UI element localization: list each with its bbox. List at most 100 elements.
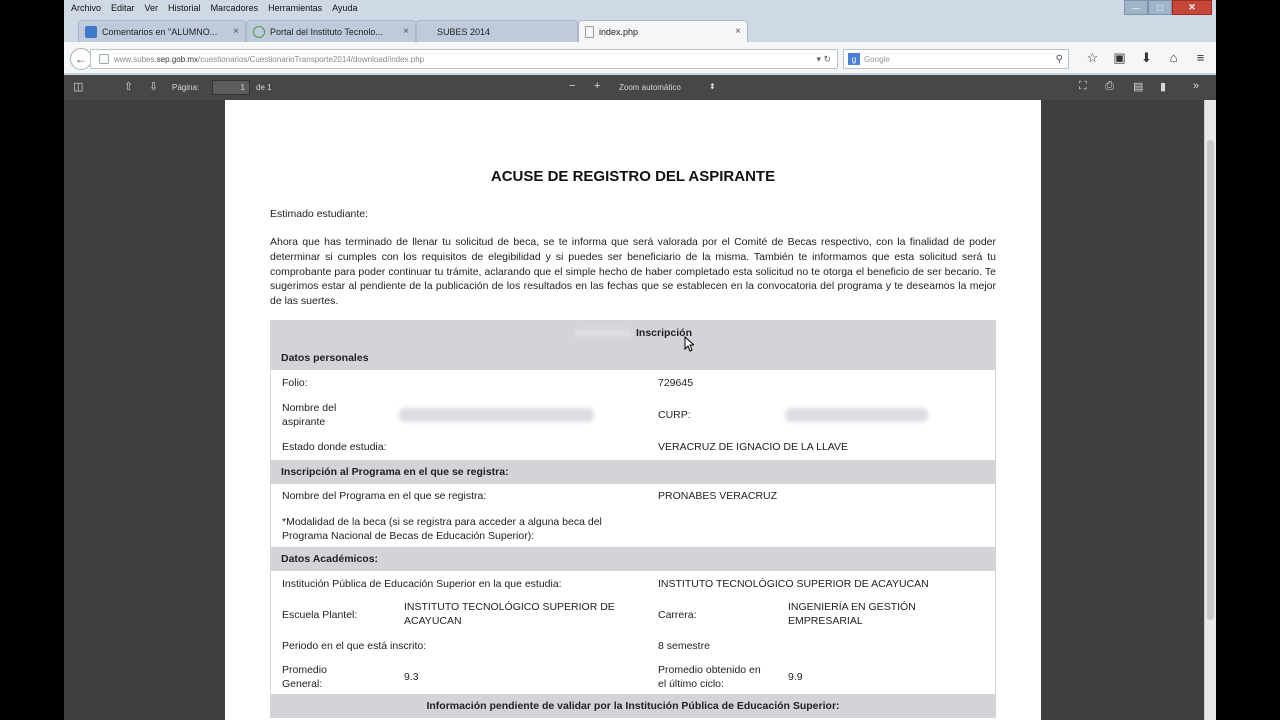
- zoom-select[interactable]: Zoom automático: [619, 83, 681, 92]
- zoom-dropdown-icon[interactable]: ⬍: [709, 82, 716, 91]
- section-academicos: Datos Académicos:: [270, 547, 996, 571]
- search-icon[interactable]: ⚲: [1056, 54, 1063, 65]
- table-row: Institución Pública de Educación Superio…: [270, 571, 996, 595]
- table-row: Folio: 729645: [270, 370, 996, 396]
- document-title: ACUSE DE REGISTRO DEL ASPIRANTE: [490, 168, 776, 185]
- table-row: Promedio General: 9.3 Promedio obtenido …: [270, 660, 996, 694]
- menu-ayuda[interactable]: Ayuda: [327, 3, 362, 13]
- tab-close-button[interactable]: ×: [735, 26, 741, 37]
- reload-icon[interactable]: ▾ ↻: [816, 54, 831, 65]
- bookmark-star-icon[interactable]: ☆: [1079, 50, 1106, 66]
- table-header: Inscripción: [270, 320, 996, 346]
- tab-title: SUBES 2014: [437, 26, 491, 37]
- url-bar[interactable]: www.subes. sep.gob.mx /cuestionarios/Cue…: [90, 49, 838, 69]
- section-datos-personales: Datos personales: [270, 346, 996, 370]
- redacted-nombre: [399, 408, 594, 422]
- carrera-value: INGENIERÍA EN GESTIÓN EMPRESARIAL: [788, 601, 916, 627]
- promedio-label: Promedio General:: [282, 664, 327, 690]
- escuela-value: INSTITUTO TECNOLÓGICO SUPERIOR DE ACAYUC…: [404, 601, 615, 627]
- intro-paragraph: Ahora que has terminado de llenar tu sol…: [270, 236, 996, 308]
- bookmarks-icon[interactable]: ▣: [1106, 50, 1133, 66]
- save-icon[interactable]: ▤: [1133, 80, 1143, 93]
- download-icon[interactable]: ⬇: [1133, 50, 1160, 66]
- maximize-button[interactable]: □: [1148, 0, 1172, 15]
- zoom-in-icon[interactable]: +: [594, 80, 600, 92]
- tab-portal[interactable]: Portal del Instituto Tecnolo... ×: [246, 20, 416, 42]
- menu-historial[interactable]: Historial: [163, 3, 206, 13]
- close-window-button[interactable]: ✕: [1172, 0, 1212, 15]
- table-row: Escuela Plantel: INSTITUTO TECNOLÓGICO S…: [270, 595, 996, 634]
- tools-icon[interactable]: »: [1193, 80, 1199, 92]
- blog-icon: [85, 25, 97, 38]
- page-label: Página:: [172, 83, 200, 92]
- tab-close-button[interactable]: ×: [233, 26, 239, 37]
- table-row: Periodo en el que está inscrito: 8 semes…: [270, 634, 996, 660]
- fullscreen-icon[interactable]: ⛶: [1079, 80, 1087, 93]
- mouse-cursor-icon: [684, 336, 694, 352]
- menu-archivo[interactable]: Archivo: [66, 3, 106, 13]
- periodo-label: Periodo en el que está inscrito:: [282, 640, 427, 652]
- menu-bar: Archivo Editar Ver Historial Marcadores …: [64, 0, 1216, 16]
- menu-editar[interactable]: Editar: [106, 3, 140, 13]
- search-bar[interactable]: g Google ⚲: [843, 49, 1069, 69]
- url-prefix: www.subes.: [114, 54, 157, 64]
- toolbar-icons: ☆ ▣ ⬇ ⌂ ≡: [1079, 50, 1214, 66]
- page-number-input[interactable]: 1: [212, 80, 250, 95]
- folio-value: 729645: [658, 377, 694, 389]
- programa-label: Nombre del Programa en el que se registr…: [282, 490, 487, 502]
- menu-ver[interactable]: Ver: [140, 3, 164, 13]
- tab-index[interactable]: index.php ×: [578, 20, 748, 42]
- menu-herramientas[interactable]: Herramientas: [263, 3, 327, 13]
- page-icon: [585, 25, 594, 38]
- menu-marcadores[interactable]: Marcadores: [206, 3, 264, 13]
- promedio-value: 9.3: [404, 671, 419, 683]
- next-page-icon[interactable]: ⇩: [149, 80, 158, 93]
- url-path: /cuestionarios/CuestionarioTransporte201…: [198, 54, 425, 64]
- pdf-toolbar: ◫ ⇧ ⇩ Página: 1 de 1 − + Zoom automático…: [64, 75, 1216, 100]
- institucion-value: INSTITUTO TECNOLÓGICO SUPERIOR DE ACAYUC…: [658, 578, 929, 590]
- carrera-label: Carrera:: [658, 609, 697, 621]
- vertical-scrollbar[interactable]: [1204, 100, 1216, 720]
- section-programa: Inscripción al Programa en el que se reg…: [270, 460, 996, 484]
- scrollbar-thumb[interactable]: [1207, 140, 1214, 620]
- print-icon[interactable]: ⎙: [1105, 80, 1114, 93]
- previous-page-icon[interactable]: ⇧: [124, 80, 133, 93]
- table-row: Estado donde estudia: VERACRUZ DE IGNACI…: [270, 434, 996, 460]
- greeting: Estimado estudiante:: [270, 208, 369, 220]
- pdf-page: ACUSE DE REGISTRO DEL ASPIRANTE Estimado…: [225, 100, 1041, 720]
- table-row: Nombre del aspirante CURP:: [270, 396, 996, 434]
- table-row: *Modalidad de la beca (si se registra pa…: [270, 506, 996, 547]
- modalidad-label: *Modalidad de la beca (si se registra pa…: [282, 516, 602, 542]
- redacted-curp: [785, 408, 928, 422]
- ultimo-value: 9.9: [788, 671, 803, 683]
- tab-comentarios[interactable]: Comentarios en "ALUMNO... ×: [78, 20, 246, 42]
- url-host: sep.gob.mx: [156, 54, 199, 64]
- bookmark-icon[interactable]: ▮: [1160, 80, 1166, 93]
- table-row: Nombre del Programa en el que se registr…: [270, 484, 996, 506]
- estado-value: VERACRUZ DE IGNACIO DE LA LLAVE: [658, 441, 849, 453]
- search-placeholder: Google: [864, 54, 890, 64]
- registration-table: Inscripción Datos personales Folio: 7296…: [270, 320, 996, 718]
- redacted-text: [573, 328, 632, 338]
- back-button[interactable]: ←: [70, 48, 92, 70]
- ultimo-label: Promedio obtenido en el último ciclo:: [658, 664, 761, 690]
- navigation-bar: ← www.subes. sep.gob.mx /cuestionarios/C…: [64, 42, 1216, 74]
- menu-icon[interactable]: ≡: [1187, 50, 1214, 66]
- tab-subes[interactable]: SUBES 2014: [416, 20, 578, 42]
- browser-window: Archivo Editar Ver Historial Marcadores …: [64, 0, 1216, 720]
- zoom-out-icon[interactable]: −: [569, 80, 575, 92]
- section-pendiente: Información pendiente de validar por la …: [270, 694, 996, 718]
- estado-label: Estado donde estudia:: [282, 441, 387, 453]
- home-icon[interactable]: ⌂: [1160, 50, 1187, 66]
- tab-close-button[interactable]: ×: [403, 26, 409, 37]
- google-icon[interactable]: g: [848, 53, 860, 65]
- sidebar-toggle-icon[interactable]: ◫: [73, 80, 83, 93]
- escuela-label: Escuela Plantel:: [282, 609, 358, 621]
- tab-title: Comentarios en "ALUMNO...: [102, 26, 218, 37]
- periodo-value: 8 semestre: [658, 640, 710, 652]
- site-identity-icon[interactable]: [99, 54, 109, 64]
- folio-label: Folio:: [282, 377, 308, 389]
- minimize-button[interactable]: —: [1124, 0, 1148, 15]
- page-count: de 1: [256, 83, 272, 92]
- tab-title: Portal del Instituto Tecnolo...: [270, 26, 383, 37]
